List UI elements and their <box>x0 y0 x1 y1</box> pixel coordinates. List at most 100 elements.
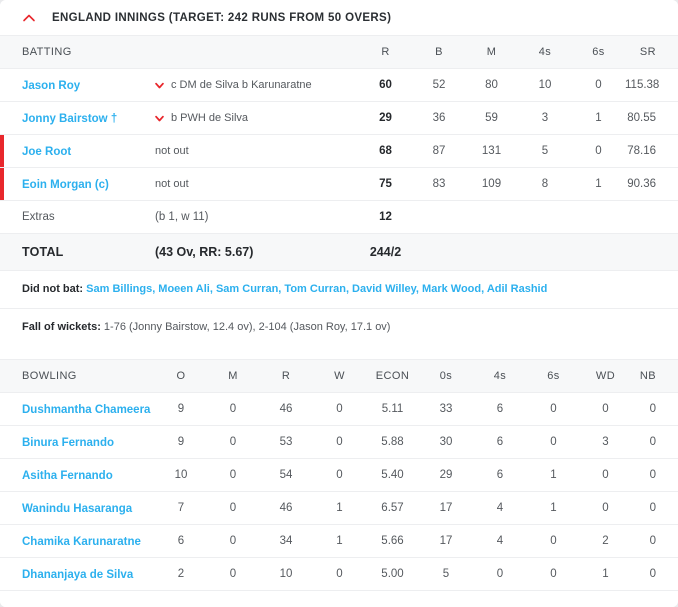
extras-detail: (b 1, w 11) <box>155 200 358 234</box>
batsman-fours: 8 <box>518 167 572 201</box>
card-footer-spacer <box>0 590 678 607</box>
chevron-down-icon <box>155 115 164 121</box>
bowler-dots: 29 <box>419 458 473 492</box>
bowler-sixes: 0 <box>527 425 580 459</box>
batting-col-dismissal <box>155 36 358 69</box>
batsman-name-cell: Joe Root <box>0 134 155 168</box>
batsman-balls: 83 <box>413 167 465 201</box>
extras-blank-fours <box>518 200 572 234</box>
bowler-wickets: 0 <box>313 557 366 591</box>
batting-col-fours: 4s <box>518 36 572 69</box>
bowler-runs: 54 <box>259 458 313 492</box>
batsman-link[interactable]: Jonny Bairstow † <box>22 113 117 125</box>
bowler-fours: 4 <box>473 524 527 558</box>
bowler-economy: 6.57 <box>366 491 419 525</box>
bowling-col-sixes: 6s <box>527 359 580 393</box>
bowler-fours: 6 <box>473 425 527 459</box>
batsman-sixes: 1 <box>572 101 625 135</box>
batsman-balls: 52 <box>413 68 465 102</box>
dismissal-cell: not out <box>155 134 358 168</box>
bowling-col-name: BOWLING <box>0 359 155 393</box>
batting-col-sixes: 6s <box>572 36 625 69</box>
batsman-link[interactable]: Eoin Morgan (c) <box>22 179 109 191</box>
batsman-strikerate: 80.55 <box>625 101 678 135</box>
bowler-runs: 46 <box>259 491 313 525</box>
bowler-runs: 46 <box>259 392 313 426</box>
fall-of-wickets-value: 1-76 (Jonny Bairstow, 12.4 ov), 2-104 (J… <box>103 320 391 333</box>
bowler-fours: 6 <box>473 392 527 426</box>
bowler-maidens: 0 <box>207 491 259 525</box>
batsman-sixes: 1 <box>572 167 625 201</box>
bowler-link[interactable]: Dushmantha Chameera <box>22 404 150 416</box>
total-blank-fours <box>518 233 572 271</box>
extras-blank-sixes <box>572 200 625 234</box>
batsman-fours: 5 <box>518 134 572 168</box>
not-out-indicator <box>0 168 4 200</box>
bowler-link[interactable]: Asitha Fernando <box>22 470 113 482</box>
bowler-wides: 3 <box>580 425 631 459</box>
batting-col-r: R <box>358 36 413 69</box>
batsman-strikerate: 115.38 <box>625 68 678 102</box>
bowler-wides: 0 <box>580 491 631 525</box>
did-not-bat-players[interactable]: Sam Billings, Moeen Ali, Sam Curran, Tom… <box>86 283 547 295</box>
bowler-wides: 2 <box>580 524 631 558</box>
table-row: Wanindu Hasaranga 7 0 46 1 6.57 17 4 1 0… <box>0 491 678 525</box>
bowler-overs: 2 <box>155 557 207 591</box>
bowler-overs: 7 <box>155 491 207 525</box>
innings-title: ENGLAND INNINGS (TARGET: 242 RUNS FROM 5… <box>52 11 392 24</box>
bowling-body: Dushmantha Chameera 9 0 46 0 5.11 33 6 0… <box>0 392 678 591</box>
batsman-link[interactable]: Joe Root <box>22 146 71 158</box>
not-out-indicator <box>0 135 4 167</box>
did-not-bat-label: Did not bat: <box>22 283 84 295</box>
bowler-dots: 17 <box>419 491 473 525</box>
bowler-sixes: 0 <box>527 392 580 426</box>
table-row: Jonny Bairstow † b PWH de Silva 29 36 59… <box>0 101 678 135</box>
bowler-noballs: 0 <box>631 425 678 459</box>
bowler-dots: 30 <box>419 425 473 459</box>
bowling-col-nb: NB <box>631 359 678 393</box>
dismissal-text: b PWH de Silva <box>171 112 249 124</box>
bowler-overs: 6 <box>155 524 207 558</box>
bowler-link[interactable]: Wanindu Hasaranga <box>22 503 132 515</box>
bowler-name-cell: Dhananjaya de Silva <box>0 557 155 591</box>
bowling-table: BOWLING O M R W ECON 0s 4s 6s WD NB Dush… <box>0 359 678 591</box>
bowler-wickets: 1 <box>313 491 366 525</box>
bowler-link[interactable]: Chamika Karunaratne <box>22 536 141 548</box>
bowler-runs: 10 <box>259 557 313 591</box>
extras-row: Extras (b 1, w 11) 12 <box>0 200 678 234</box>
dismissal-text: c DM de Silva b Karunaratne <box>171 79 312 91</box>
batsman-name-cell: Jonny Bairstow † <box>0 101 155 135</box>
innings-header[interactable]: ENGLAND INNINGS (TARGET: 242 RUNS FROM 5… <box>0 0 678 36</box>
bowler-noballs: 0 <box>631 524 678 558</box>
batting-table: BATTING R B M 4s 6s SR Jason Roy c DM de… <box>0 36 678 271</box>
table-row: Binura Fernando 9 0 53 0 5.88 30 6 0 3 0 <box>0 425 678 459</box>
did-not-bat-note: Did not bat: Sam Billings, Moeen Ali, Sa… <box>0 271 678 309</box>
bowler-economy: 5.88 <box>366 425 419 459</box>
table-row: Joe Root not out 68 87 131 5 0 78.16 <box>0 134 678 168</box>
table-row: Dushmantha Chameera 9 0 46 0 5.11 33 6 0… <box>0 392 678 426</box>
batting-col-name: BATTING <box>0 36 155 69</box>
bowler-wickets: 0 <box>313 392 366 426</box>
bowler-maidens: 0 <box>207 392 259 426</box>
total-score: 244/2 <box>358 233 413 271</box>
bowler-wides: 1 <box>580 557 631 591</box>
batsman-runs: 68 <box>358 134 413 168</box>
bowler-name-cell: Dushmantha Chameera <box>0 392 155 426</box>
table-row: Eoin Morgan (c) not out 75 83 109 8 1 90… <box>0 167 678 201</box>
bowler-fours: 4 <box>473 491 527 525</box>
batsman-link[interactable]: Jason Roy <box>22 80 80 92</box>
fall-of-wickets-label: Fall of wickets: <box>22 320 101 333</box>
bowling-col-m: M <box>207 359 259 393</box>
chevron-up-icon[interactable] <box>22 11 36 25</box>
batsman-runs: 75 <box>358 167 413 201</box>
bowler-link[interactable]: Binura Fernando <box>22 437 114 449</box>
dismissal-cell: c DM de Silva b Karunaratne <box>155 68 358 102</box>
bowler-dots: 33 <box>419 392 473 426</box>
batsman-minutes: 109 <box>465 167 518 201</box>
batting-col-b: B <box>413 36 465 69</box>
bowler-runs: 53 <box>259 425 313 459</box>
bowler-sixes: 1 <box>527 491 580 525</box>
batsman-runs: 29 <box>358 101 413 135</box>
bowler-overs: 9 <box>155 392 207 426</box>
table-row: Dhananjaya de Silva 2 0 10 0 5.00 5 0 0 … <box>0 557 678 591</box>
